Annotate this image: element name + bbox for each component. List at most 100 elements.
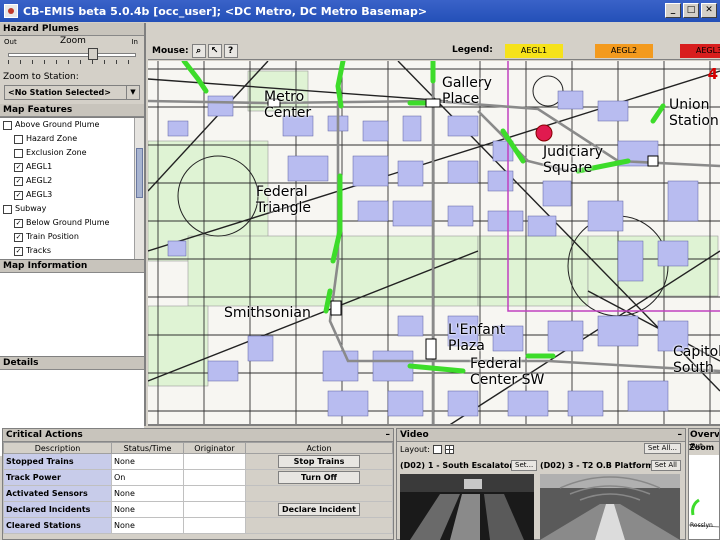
map-feature-item[interactable]: ✓ AEGL3 [0,188,144,202]
map-feature-item[interactable]: ✓ AEGL2 [0,174,144,188]
camera-1-set-button[interactable]: Set... [511,460,538,471]
station-label[interactable]: Federal Triangle [256,184,311,216]
row-status: None [111,517,184,534]
station-label[interactable]: Capitol South [673,344,720,376]
map-information-area [0,273,144,357]
video-panel: Video – Layout: Set All... (D02) 1 - Sou… [396,428,686,540]
map-features-scrollbar[interactable] [134,118,144,259]
app-icon [4,4,18,18]
station-label[interactable]: Gallery Place [442,75,492,107]
title-bar: CB-EMIS beta 5.0.4b [occ_user]; <DC Metr… [0,0,720,22]
map-toolbar: Mouse: ⌕ ↖ ? Legend: AEGL1 AEGL2 AEGL3 [148,42,720,60]
map-feature-item[interactable]: ✓ Below Ground Plume [0,216,144,230]
station-select[interactable]: <No Station Selected> ▼ [4,85,140,100]
camera-2-title: (D02) 3 - T2 O.B Platform [540,461,654,470]
minimize-button[interactable]: _ [665,3,681,18]
row-status: None [111,501,184,518]
map-feature-item[interactable]: ✓ Tracks [0,244,144,258]
left-panel: Hazard Plumes Out Zoom In Zoom to Statio… [0,23,146,456]
map-edge-label: 4 [707,65,718,83]
map-feature-item[interactable]: Above Ground Plume [0,118,144,132]
video-header: Video – [397,429,685,442]
critical-actions-panel: Critical Actions – Description Status/Ti… [2,428,394,540]
legend-aegl1: AEGL1 [505,44,563,58]
row-action-cell: Declare Incident [245,501,393,518]
map-view[interactable]: 4 Gallery Place Metro Center Union Station… [148,61,720,426]
checkbox-checked-icon[interactable]: ✓ [14,162,23,172]
map-feature-item[interactable]: Exclusion Zone [0,146,144,160]
overview-zoom-out-label: Out [690,442,703,450]
maximize-button[interactable]: □ [683,3,699,18]
row-originator [183,469,246,486]
checkbox-checked-icon[interactable]: ✓ [14,218,23,228]
set-all-button[interactable]: Set All [650,460,681,471]
legend-aegl2: AEGL2 [595,44,653,58]
checkbox-checked-icon[interactable]: ✓ [14,246,23,256]
station-label[interactable]: Metro Center [264,89,311,121]
checkbox-icon[interactable] [3,120,12,130]
checkbox-checked-icon[interactable]: ✓ [14,190,23,200]
map-feature-item[interactable]: Subway [0,202,144,216]
zoom-slider-thumb[interactable] [88,48,98,60]
camera-2-feed[interactable] [540,474,680,540]
row-description: Stopped Trains [3,453,112,470]
map-feature-label: Exclusion Zone [26,148,87,157]
checkbox-icon[interactable] [14,134,23,144]
zoom-label: Zoom [60,36,86,46]
checkbox-icon[interactable] [14,148,23,158]
panel-minimize-icon[interactable]: – [386,429,391,442]
zoom-slider-ticks [8,60,136,64]
camera-1-feed[interactable] [400,474,534,540]
video-title: Video [400,430,429,440]
critical-actions-header: Critical Actions – [3,429,393,442]
help-tool-icon[interactable]: ? [223,43,238,58]
map-feature-item[interactable]: ✓ AEGL1 [0,160,144,174]
map-feature-label: Above Ground Plume [15,120,100,129]
layout-single-icon[interactable] [432,444,442,454]
action-button[interactable]: Stop Trains [278,455,360,468]
row-originator [183,501,246,518]
action-button[interactable]: Declare Incident [278,503,360,516]
zoom-slider-track[interactable] [8,53,136,57]
critical-actions-title: Critical Actions [6,430,83,440]
map-feature-label: AEGL1 [26,162,53,171]
map-feature-label: Train Position [26,232,79,241]
row-status: None [111,485,184,502]
set-all-top-button[interactable]: Set All... [643,443,681,454]
map-feature-item[interactable]: ✓ Train Position [0,230,144,244]
table-row: Activated Sensors None [3,485,393,502]
pointer-tool-icon[interactable]: ↖ [207,43,222,58]
row-action-cell [245,517,393,534]
checkbox-icon[interactable] [3,204,12,214]
row-description: Activated Sensors [3,485,112,502]
map-feature-item[interactable]: Hazard Zone [0,132,144,146]
hazard-plumes-header: Hazard Plumes [0,23,144,36]
video-layout-row: Layout: Set All... [397,442,685,456]
close-button[interactable]: ✕ [701,3,717,18]
row-action-cell: Turn Off [245,469,393,486]
action-button[interactable]: Turn Off [278,471,360,484]
scrollbar-thumb[interactable] [136,148,143,198]
station-label[interactable]: Federal Center SW [470,356,544,388]
window-controls: _ □ ✕ [665,3,717,18]
checkbox-checked-icon[interactable]: ✓ [14,232,23,242]
row-originator [183,453,246,470]
mouse-label: Mouse: [152,45,189,56]
checkbox-checked-icon[interactable]: ✓ [14,176,23,186]
overview-map[interactable]: Out Rosslyn [689,442,719,539]
station-label[interactable]: Union Station [669,97,719,129]
panel-minimize-icon[interactable]: – [678,429,683,442]
map-feature-label: Tracks [26,246,52,255]
station-label[interactable]: Smithsonian [224,305,311,321]
zoom-in-label: In [131,38,138,46]
zoom-tool-icon[interactable]: ⌕ [191,43,206,58]
chevron-down-icon[interactable]: ▼ [126,86,139,99]
row-action-cell [245,485,393,502]
station-label[interactable]: L'Enfant Plaza [448,322,505,354]
map-features-list: Above Ground Plume Hazard Zone Exclusion Z… [0,117,144,260]
layout-grid-icon[interactable] [444,444,454,454]
station-label[interactable]: Judiciary Square [543,144,603,176]
row-action-cell: Stop Trains [245,453,393,470]
table-row: Declared Incidents None Declare Incident [3,501,393,518]
map-canvas[interactable] [148,61,720,426]
